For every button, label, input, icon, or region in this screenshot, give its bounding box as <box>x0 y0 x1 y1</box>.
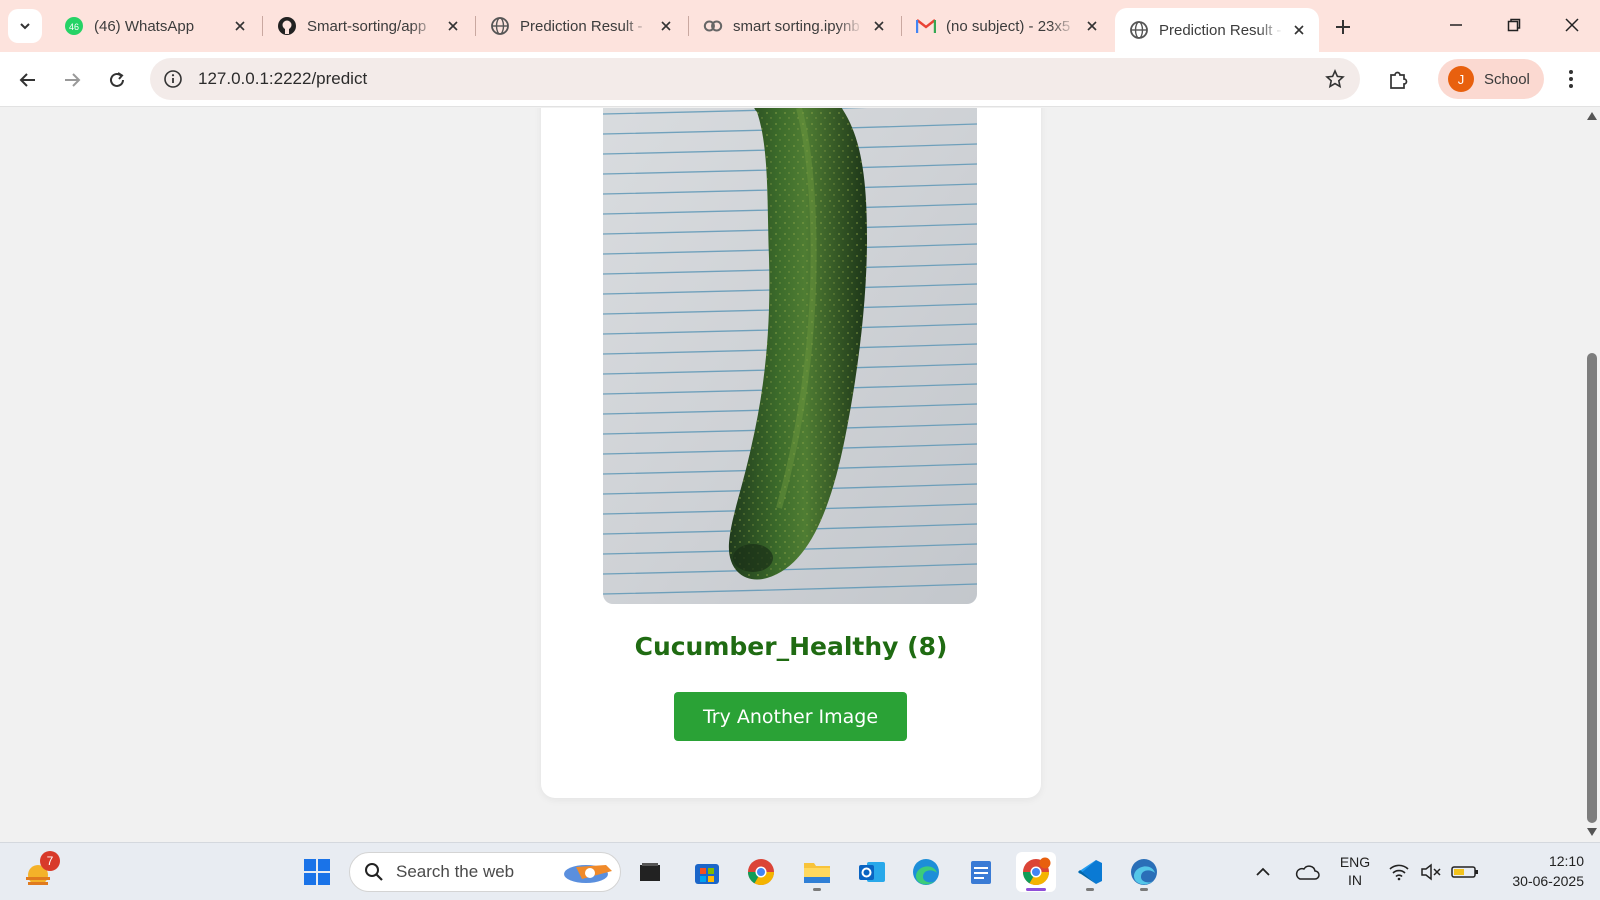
reload-icon <box>110 72 124 87</box>
running-indicator <box>1086 888 1094 891</box>
browser-menu-button[interactable] <box>1556 64 1586 94</box>
profile-button[interactable]: J School <box>1438 59 1544 99</box>
clock-time: 12:10 <box>1548 853 1584 869</box>
taskbar-search[interactable]: Search the web <box>349 852 621 892</box>
wifi-icon[interactable] <box>1384 852 1414 892</box>
tab-gmail[interactable]: (no subject) - 23x5 <box>902 10 1112 42</box>
windows-logo-icon <box>304 859 330 885</box>
address-bar[interactable]: 127.0.0.1:2222/predict <box>150 58 1360 100</box>
language-indicator[interactable]: ENG IN <box>1336 853 1374 889</box>
search-icon <box>364 862 384 882</box>
url-text[interactable]: 127.0.0.1:2222/predict <box>198 69 367 89</box>
tab-colab[interactable]: smart sorting.ipynb <box>689 10 899 42</box>
site-info-icon[interactable] <box>162 68 184 90</box>
puzzle-icon <box>1390 71 1408 89</box>
extensions-button[interactable] <box>1380 62 1416 98</box>
new-tab-button[interactable] <box>1328 12 1358 42</box>
scroll-down-arrow-icon[interactable] <box>1587 828 1597 836</box>
running-indicator <box>813 888 821 891</box>
tab-label: Prediction Result - <box>1159 21 1282 39</box>
chrome-icon[interactable] <box>741 852 781 892</box>
active-indicator <box>1026 888 1046 891</box>
result-card: Cucumber_Healthy (8) Try Another Image <box>541 108 1041 798</box>
close-window-button[interactable] <box>1552 8 1592 42</box>
search-highlight-icon <box>556 859 614 887</box>
scrollbar-thumb[interactable] <box>1587 353 1597 823</box>
tab-label: (46) WhatsApp <box>94 17 195 35</box>
notepad-icon[interactable] <box>961 852 1001 892</box>
file-explorer-icon[interactable] <box>797 852 837 892</box>
outlook-icon[interactable] <box>852 852 892 892</box>
bookmark-star-icon[interactable] <box>1324 68 1346 90</box>
tab-whatsapp[interactable]: 46 (46) WhatsApp <box>50 10 260 42</box>
browser-toolbar: 127.0.0.1:2222/predict J School <box>0 52 1600 107</box>
colab-icon <box>703 16 723 36</box>
tab-label: smart sorting.ipynb <box>733 17 860 35</box>
tab-label: Prediction Result - <box>520 17 643 35</box>
volume-muted-icon[interactable] <box>1416 852 1446 892</box>
task-view-icon[interactable] <box>630 852 670 892</box>
more-vert-icon <box>1569 70 1573 88</box>
onedrive-icon[interactable] <box>1290 852 1324 892</box>
uploaded-image <box>603 108 977 604</box>
try-another-image-button[interactable]: Try Another Image <box>674 692 907 741</box>
edge-icon[interactable] <box>906 852 946 892</box>
arrow-left-icon <box>19 73 35 87</box>
close-icon[interactable] <box>869 16 889 36</box>
forward-button[interactable] <box>54 62 90 98</box>
close-icon[interactable] <box>656 16 676 36</box>
scroll-up-arrow-icon[interactable] <box>1587 112 1597 120</box>
microsoft-store-icon[interactable] <box>687 852 727 892</box>
tab-strip: 46 (46) WhatsApp Smart-sorting/app Predi… <box>0 0 1600 52</box>
page-scrollbar[interactable] <box>1584 108 1600 842</box>
search-placeholder: Search the web <box>396 862 515 881</box>
chevron-up-icon[interactable] <box>1248 852 1278 892</box>
system-clock[interactable]: 12:10 30-06-2025 <box>1494 851 1584 891</box>
tab-label: Smart-sorting/app <box>307 17 427 35</box>
gmail-icon <box>916 16 936 36</box>
weather-widget[interactable]: 7 <box>20 851 60 893</box>
restore-button[interactable] <box>1494 8 1534 42</box>
restore-icon <box>1507 18 1521 32</box>
chrome-profile-icon[interactable] <box>1016 852 1056 892</box>
tab-github[interactable]: Smart-sorting/app <box>263 10 473 42</box>
clock-date: 30-06-2025 <box>1512 873 1584 889</box>
close-icon <box>1565 18 1579 32</box>
tab-prediction-result[interactable]: Prediction Result - <box>476 10 686 42</box>
start-button[interactable] <box>297 852 337 892</box>
windows-taskbar: 7 Search the web ENG IN 12:10 30-06-2025 <box>0 842 1600 900</box>
close-icon[interactable] <box>1289 20 1309 40</box>
notification-badge: 7 <box>40 851 60 871</box>
reload-button[interactable] <box>99 62 135 98</box>
tab-search-button[interactable] <box>8 9 42 43</box>
close-icon[interactable] <box>1082 16 1102 36</box>
prediction-result: Cucumber_Healthy (8) <box>634 632 948 661</box>
profile-name: School <box>1484 70 1530 88</box>
tab-label: (no subject) - 23x5 <box>946 17 1071 35</box>
close-icon[interactable] <box>230 16 250 36</box>
edge-dev-icon[interactable] <box>1124 852 1164 892</box>
page-viewport: Cucumber_Healthy (8) Try Another Image <box>0 108 1584 842</box>
minimize-icon <box>1450 24 1462 26</box>
github-icon <box>277 16 297 36</box>
language-code: ENG <box>1339 854 1371 870</box>
svg-text:46: 46 <box>69 22 79 32</box>
chevron-down-icon <box>20 23 30 30</box>
minimize-button[interactable] <box>1436 8 1476 42</box>
whatsapp-icon: 46 <box>64 16 84 36</box>
back-button[interactable] <box>10 62 46 98</box>
close-icon[interactable] <box>443 16 463 36</box>
avatar: J <box>1448 66 1474 92</box>
arrow-right-icon <box>65 73 81 87</box>
tab-prediction-result-active[interactable]: Prediction Result - <box>1115 8 1319 52</box>
plus-icon <box>1336 20 1350 34</box>
globe-icon <box>1129 20 1149 40</box>
vscode-icon[interactable] <box>1070 852 1110 892</box>
region-code: IN <box>1348 872 1362 888</box>
battery-icon[interactable] <box>1448 852 1482 892</box>
running-indicator <box>1140 888 1148 891</box>
globe-icon <box>490 16 510 36</box>
